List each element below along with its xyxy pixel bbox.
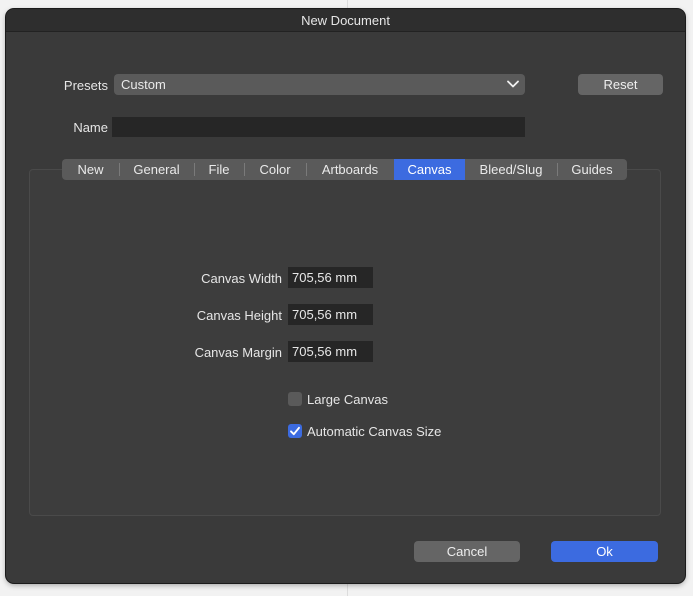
automatic-canvas-size-label[interactable]: Automatic Canvas Size xyxy=(307,424,441,439)
tab-general[interactable]: General xyxy=(119,159,194,180)
tab-label: Artboards xyxy=(321,162,379,177)
canvas-margin-label: Canvas Margin xyxy=(194,345,282,360)
tab-bar: New General File Color Artboards Canvas … xyxy=(62,159,627,180)
presets-value: Custom xyxy=(121,77,166,92)
tab-label: General xyxy=(133,162,180,177)
chevron-down-icon xyxy=(507,80,519,88)
reset-button[interactable]: Reset xyxy=(578,74,663,95)
tab-label: Bleed/Slug xyxy=(479,162,543,177)
canvas-height-label: Canvas Height xyxy=(196,308,282,323)
large-canvas-checkbox[interactable] xyxy=(288,392,302,406)
tab-label: Guides xyxy=(571,162,613,177)
cancel-button[interactable]: Cancel xyxy=(414,541,520,562)
checkmark-icon xyxy=(290,426,300,436)
tab-guides[interactable]: Guides xyxy=(557,159,627,180)
tab-label: Canvas xyxy=(407,162,452,177)
canvas-margin-field[interactable]: 705,56 mm xyxy=(288,341,373,362)
ok-button[interactable]: Ok xyxy=(551,541,658,562)
canvas-width-field[interactable]: 705,56 mm xyxy=(288,267,373,288)
canvas-width-label: Canvas Width xyxy=(201,271,282,286)
tab-label: Color xyxy=(259,162,291,177)
tab-label: New xyxy=(77,162,104,177)
tab-file[interactable]: File xyxy=(194,159,244,180)
automatic-canvas-size-checkbox[interactable] xyxy=(288,424,302,438)
tab-canvas[interactable]: Canvas xyxy=(394,159,465,180)
new-document-dialog: New Document Presets Custom Reset Name N… xyxy=(6,9,685,583)
canvas-height-field[interactable]: 705,56 mm xyxy=(288,304,373,325)
tab-bleed-slug[interactable]: Bleed/Slug xyxy=(465,159,557,180)
tab-new[interactable]: New xyxy=(62,159,119,180)
title-bar[interactable]: New Document xyxy=(6,9,685,32)
name-label: Name xyxy=(73,120,108,135)
presets-dropdown[interactable]: Custom xyxy=(114,74,525,95)
tab-color[interactable]: Color xyxy=(244,159,306,180)
presets-label: Presets xyxy=(63,78,108,93)
tab-artboards[interactable]: Artboards xyxy=(306,159,394,180)
large-canvas-label[interactable]: Large Canvas xyxy=(307,392,388,407)
tab-label: File xyxy=(208,162,230,177)
name-input[interactable] xyxy=(112,117,525,137)
window-title: New Document xyxy=(301,12,390,28)
